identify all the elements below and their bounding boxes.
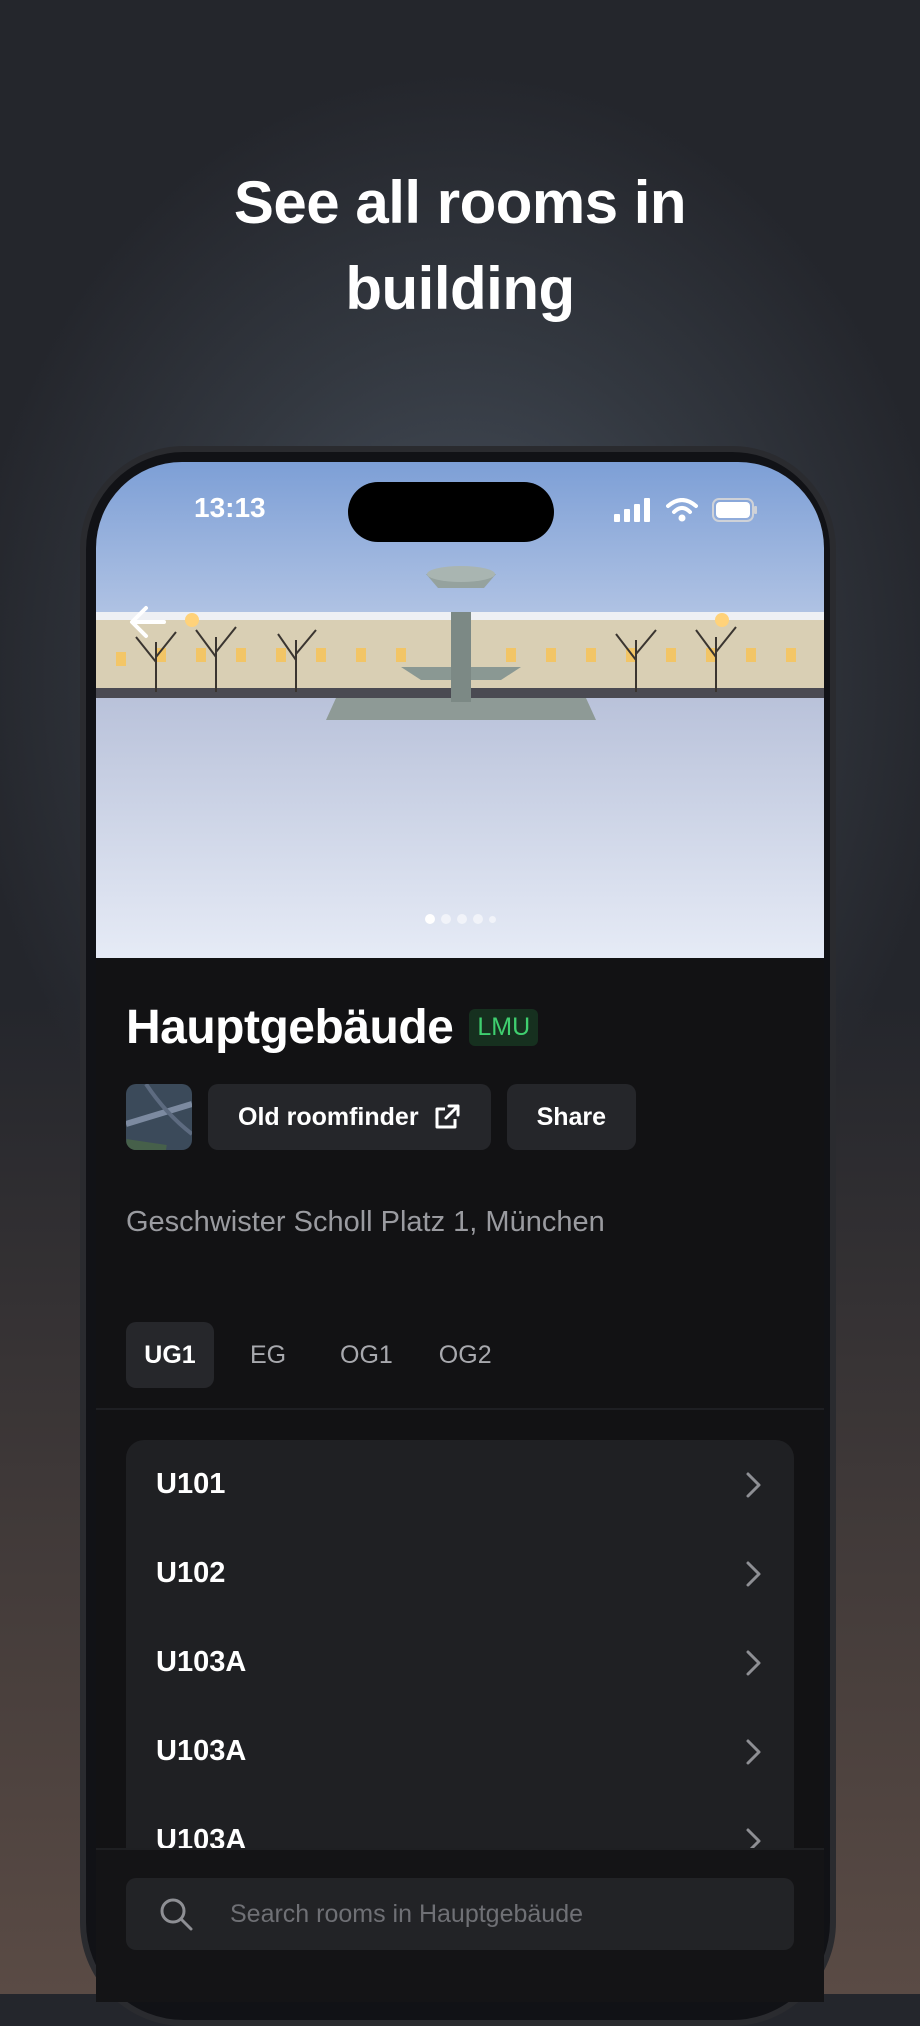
- wifi-icon: [666, 498, 698, 522]
- chevron-right-icon: [746, 1739, 761, 1764]
- tab-eg[interactable]: EG: [224, 1322, 312, 1388]
- list-item[interactable]: U101: [126, 1440, 794, 1529]
- headline: See all rooms in building: [0, 160, 920, 332]
- building-photo[interactable]: 13:13: [96, 462, 824, 958]
- room-name: U103A: [156, 1735, 247, 1767]
- carousel-dot[interactable]: [472, 914, 483, 924]
- tab-og1[interactable]: OG1: [322, 1322, 411, 1388]
- tab-ug1[interactable]: UG1: [126, 1322, 214, 1388]
- carousel-dot[interactable]: [456, 914, 467, 924]
- list-item[interactable]: U102: [126, 1529, 794, 1618]
- map-thumbnail-image: [126, 1084, 192, 1150]
- building-address: Geschwister Scholl Platz 1, München: [126, 1206, 605, 1238]
- arrow-left-icon: [130, 606, 166, 638]
- headline-line-2: building: [345, 255, 575, 322]
- action-row: Old roomfinder Share: [126, 1084, 637, 1150]
- map-thumbnail[interactable]: [126, 1084, 192, 1150]
- search-field[interactable]: [126, 1878, 794, 1950]
- chevron-right-icon: [746, 1650, 761, 1675]
- headline-line-1: See all rooms in: [233, 169, 687, 236]
- external-link-icon: [435, 1104, 460, 1129]
- old-roomfinder-label: Old roomfinder: [238, 1102, 419, 1131]
- list-item[interactable]: U103A: [126, 1618, 794, 1707]
- status-icons: [614, 498, 758, 522]
- share-button[interactable]: Share: [506, 1084, 637, 1150]
- tab-og2[interactable]: OG2: [421, 1322, 510, 1388]
- carousel-dot[interactable]: [488, 915, 496, 923]
- list-item[interactable]: U103A: [126, 1707, 794, 1796]
- chevron-right-icon: [746, 1561, 761, 1586]
- status-time: 13:13: [194, 492, 266, 523]
- divider: [96, 1408, 824, 1410]
- battery-icon: [712, 498, 757, 522]
- university-badge: LMU: [469, 1009, 539, 1046]
- share-label: Share: [536, 1102, 607, 1131]
- old-roomfinder-button[interactable]: Old roomfinder: [208, 1084, 491, 1150]
- building-header: Hauptgebäude LMU: [126, 1000, 539, 1055]
- carousel-dot[interactable]: [424, 914, 435, 924]
- floor-tabs: UG1 EG OG1 OG2: [126, 1322, 510, 1388]
- room-name: U101: [156, 1468, 226, 1500]
- search-input[interactable]: [228, 1898, 752, 1930]
- carousel-indicator[interactable]: [96, 914, 824, 924]
- signal-icon: [614, 498, 650, 522]
- room-name: U103A: [156, 1646, 247, 1678]
- room-list: U101 U102 U103A U103A U103A: [126, 1440, 794, 1900]
- back-button[interactable]: [124, 598, 172, 646]
- building-name: Hauptgebäude: [126, 1001, 454, 1054]
- room-name: U102: [156, 1557, 226, 1589]
- search-icon: [160, 1898, 193, 1931]
- dynamic-island: [348, 482, 554, 542]
- carousel-dot[interactable]: [440, 914, 451, 924]
- phone-screen: 13:13 Hauptgebäude LMU Old roomfinder Sh…: [96, 462, 824, 2002]
- chevron-right-icon: [746, 1472, 761, 1497]
